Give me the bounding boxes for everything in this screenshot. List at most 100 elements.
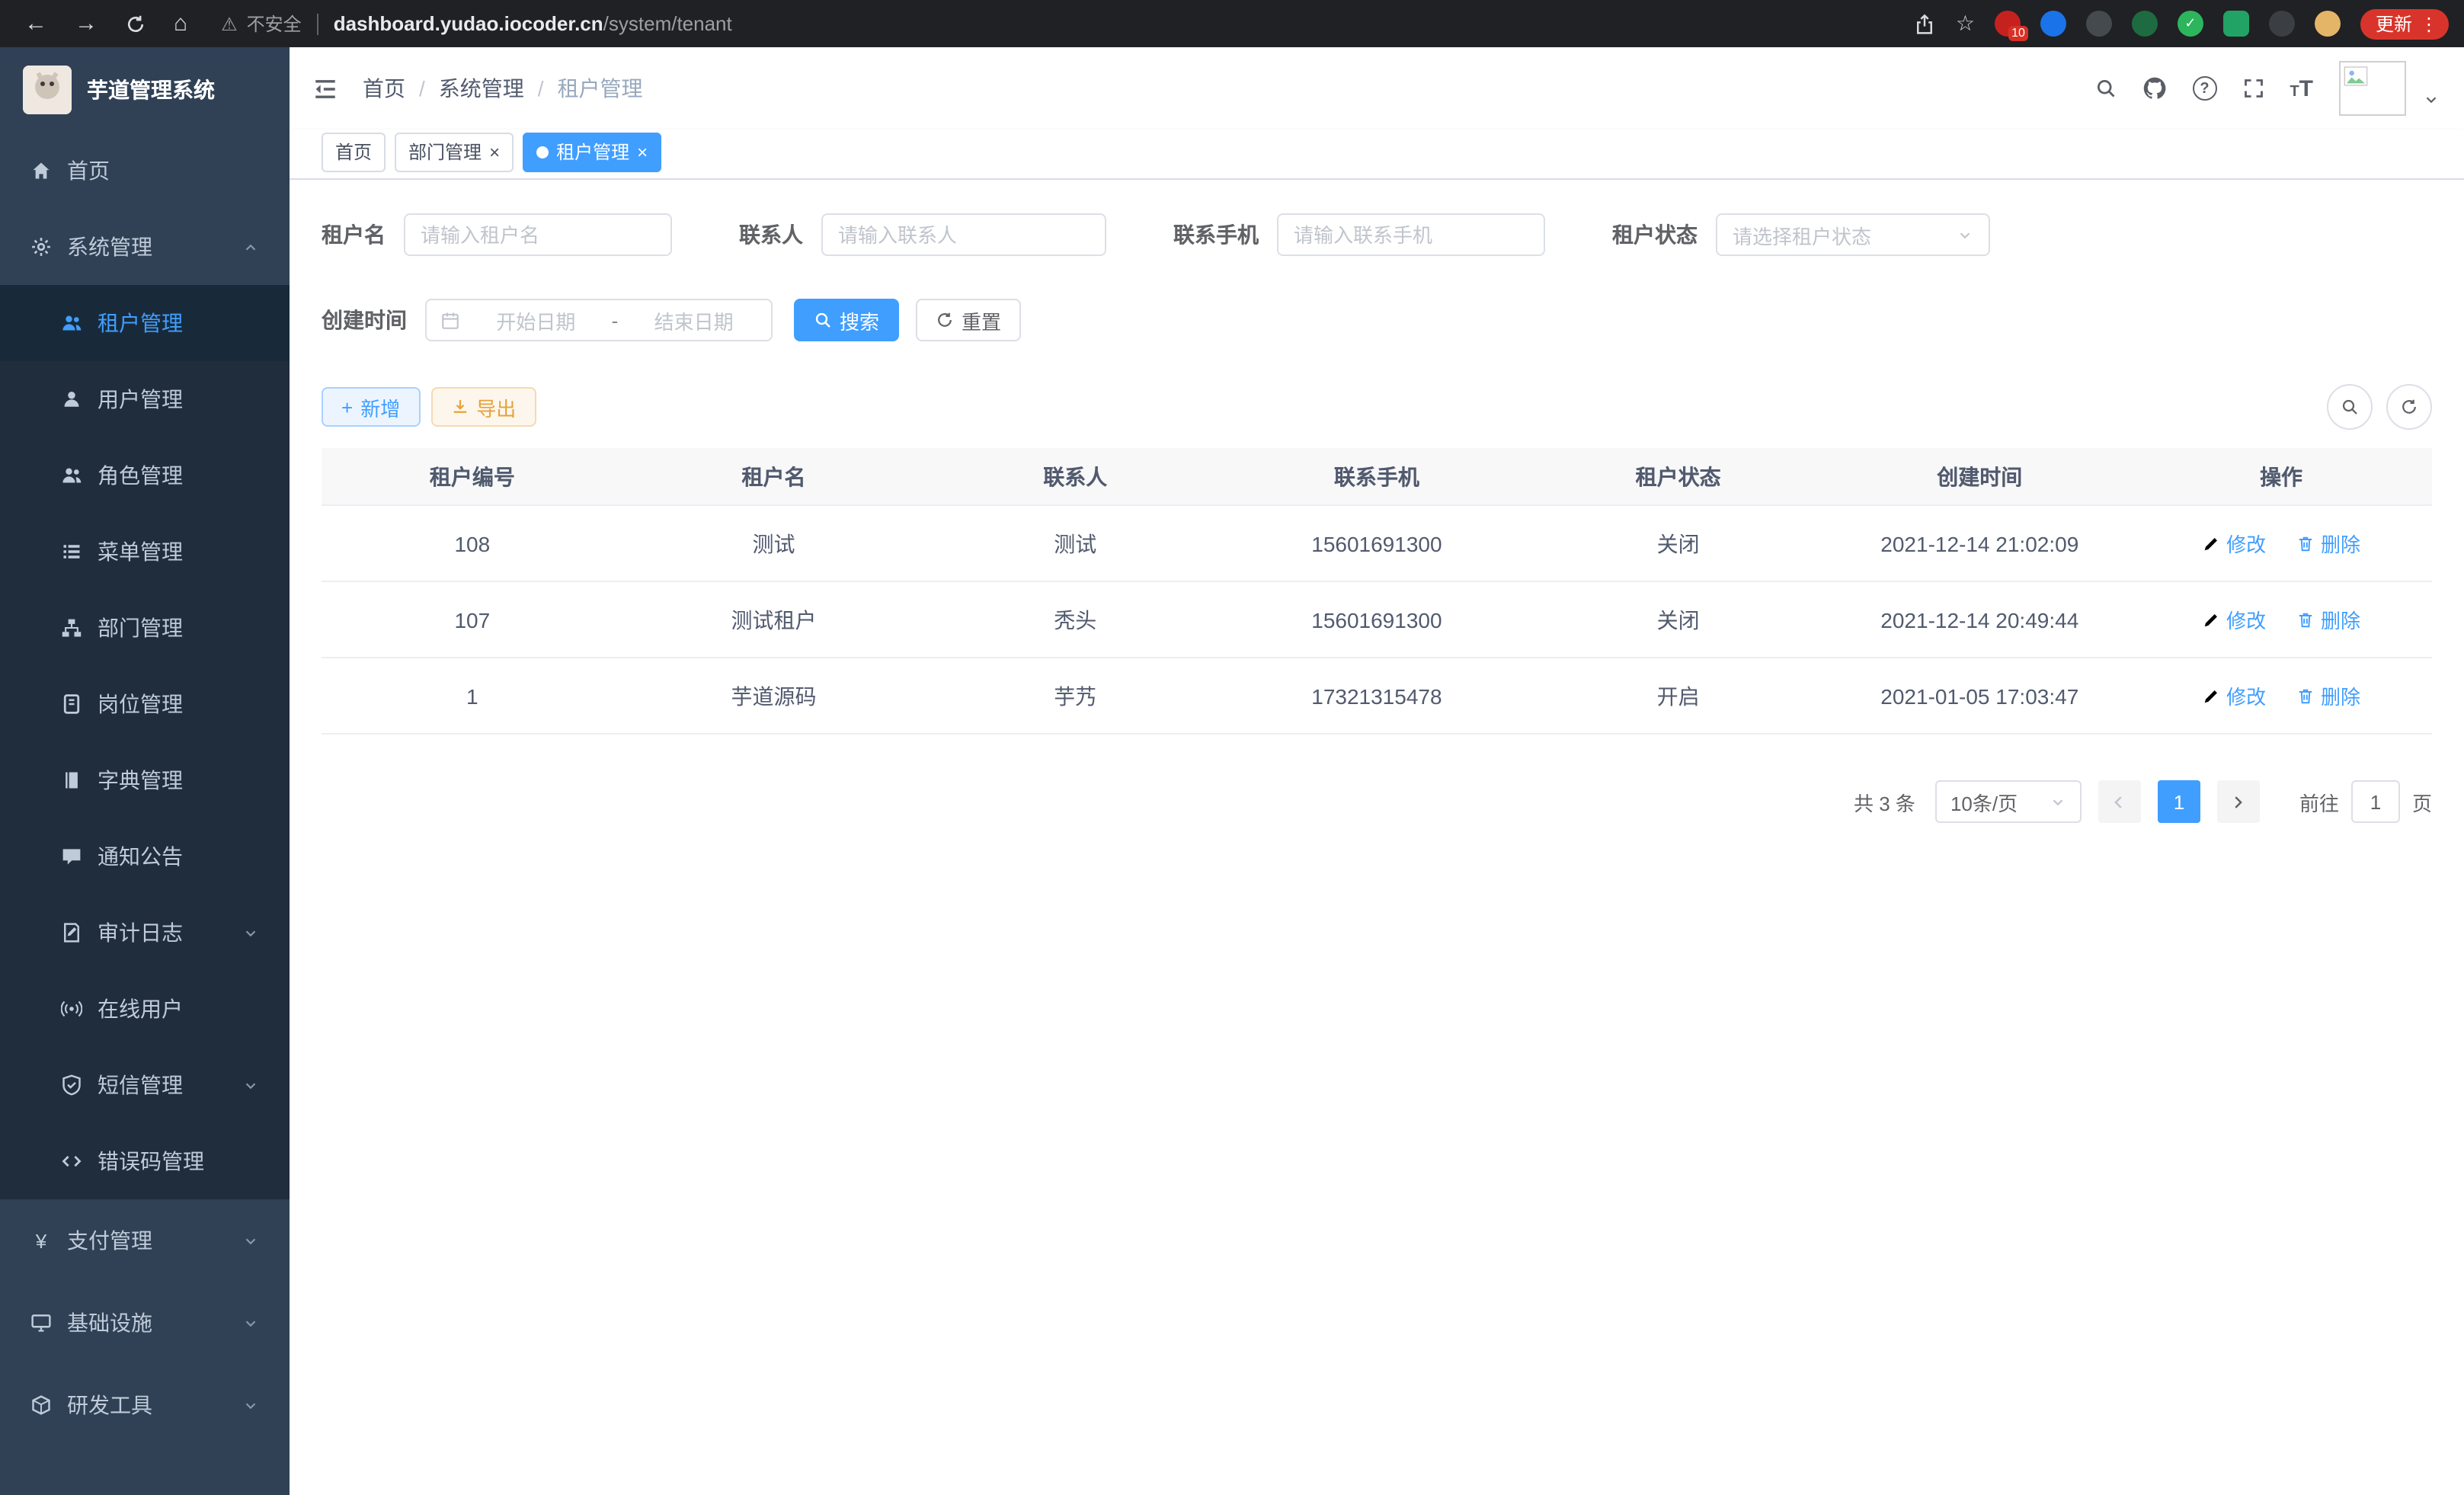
sidebar-item-audit[interactable]: 审计日志: [0, 895, 290, 971]
extension-badge: 10: [2008, 26, 2028, 41]
goto-page-input[interactable]: [2351, 780, 2400, 823]
page-size-select[interactable]: 10条/页: [1935, 780, 2082, 823]
extension-icon-1[interactable]: 10: [1995, 11, 2021, 37]
sidebar-group-devtools[interactable]: 研发工具: [0, 1364, 290, 1446]
sidebar-group-infra[interactable]: 基础设施: [0, 1282, 290, 1364]
cell-operations: 修改 删除: [2130, 505, 2432, 581]
add-button[interactable]: + 新增: [322, 387, 420, 427]
delete-link[interactable]: 删除: [2296, 681, 2360, 710]
sidebar-item-errorcode[interactable]: 错误码管理: [0, 1123, 290, 1199]
sidebar-item-sms[interactable]: 短信管理: [0, 1047, 290, 1123]
avatar[interactable]: [2339, 61, 2406, 116]
browser-actions: ☆ 10 ✓ 更新 ⋮: [1915, 8, 2449, 39]
topbar-actions: ? TT: [2094, 61, 2440, 116]
start-date-placeholder: 开始日期: [472, 306, 600, 335]
close-icon[interactable]: ×: [637, 142, 648, 161]
extension-icon-3[interactable]: [2086, 11, 2112, 37]
sidebar-item-home[interactable]: 首页: [0, 133, 290, 209]
pencil-icon: [2202, 610, 2220, 629]
extension-icon-4[interactable]: [2132, 11, 2158, 37]
roles-icon: [61, 465, 82, 486]
breadcrumb-separator: /: [419, 76, 425, 101]
reload-icon[interactable]: [125, 13, 146, 34]
prev-page-button[interactable]: [2098, 780, 2141, 823]
sidebar-item-role[interactable]: 角色管理: [0, 437, 290, 514]
cell-phone: 15601691300: [1226, 581, 1528, 658]
github-icon[interactable]: [2142, 76, 2166, 101]
close-icon[interactable]: ×: [489, 142, 500, 161]
forward-icon[interactable]: →: [75, 11, 98, 37]
delete-link[interactable]: 删除: [2296, 605, 2360, 634]
cell-phone: 17321315478: [1226, 658, 1528, 734]
extension-icon-7[interactable]: [2269, 11, 2295, 37]
toggle-search-button[interactable]: [2327, 384, 2373, 430]
logo-link[interactable]: 芋道管理系统: [0, 47, 290, 133]
cell-id: 107: [322, 581, 623, 658]
tab-home[interactable]: 首页: [322, 132, 386, 171]
home-icon[interactable]: ⌂: [174, 11, 187, 37]
tenant-name-input[interactable]: [404, 213, 672, 256]
fullscreen-icon[interactable]: [2242, 78, 2264, 99]
breadcrumb-system[interactable]: 系统管理: [439, 73, 524, 104]
sidebar-item-notice[interactable]: 通知公告: [0, 818, 290, 895]
extension-icon-5[interactable]: ✓: [2178, 11, 2203, 37]
browser-menu-dots-icon[interactable]: ⋮: [2420, 13, 2438, 34]
tab-dept[interactable]: 部门管理 ×: [395, 132, 514, 171]
extension-icon-8[interactable]: [2315, 11, 2341, 37]
phone-input[interactable]: [1277, 213, 1545, 256]
select-placeholder: 请选择租户状态: [1733, 220, 1871, 249]
edit-link[interactable]: 修改: [2202, 681, 2266, 710]
sidebar-item-user[interactable]: 用户管理: [0, 361, 290, 437]
header-search-icon[interactable]: [2094, 78, 2116, 99]
sidebar-item-menu[interactable]: 菜单管理: [0, 514, 290, 590]
reset-button[interactable]: 重置: [916, 299, 1021, 341]
extension-icon-6[interactable]: [2223, 11, 2249, 37]
chevron-down-icon: [2050, 793, 2066, 810]
page-size-value: 10条/页: [1950, 787, 2018, 816]
sidebar-item-online[interactable]: 在线用户: [0, 971, 290, 1047]
date-range-picker[interactable]: 开始日期 - 结束日期: [425, 299, 773, 341]
filter-row-2: 创建时间 开始日期 - 结束日期 搜索 重置: [322, 299, 2432, 341]
plus-icon: +: [341, 395, 353, 418]
edit-link[interactable]: 修改: [2202, 605, 2266, 634]
col-header: 联系手机: [1226, 448, 1528, 505]
sidebar-item-dict[interactable]: 字典管理: [0, 742, 290, 818]
sidebar-fold-icon[interactable]: [312, 75, 338, 101]
extension-icon-2[interactable]: [2040, 11, 2066, 37]
link-label: 修改: [2226, 529, 2266, 558]
bookmark-star-icon[interactable]: ☆: [1956, 11, 1975, 37]
share-icon[interactable]: [1915, 13, 1936, 34]
sidebar-item-label: 部门管理: [98, 613, 183, 643]
edit-link[interactable]: 修改: [2202, 529, 2266, 558]
delete-link[interactable]: 删除: [2296, 529, 2360, 558]
home-icon: [30, 160, 52, 181]
export-button[interactable]: 导出: [430, 387, 536, 427]
page-number-button[interactable]: 1: [2158, 780, 2200, 823]
sidebar-item-tenant[interactable]: 租户管理: [0, 285, 290, 361]
address-bar[interactable]: dashboard.yudao.iocoder.cn/system/tenant: [334, 12, 732, 35]
user-icon: [61, 389, 82, 410]
font-size-icon[interactable]: TT: [2290, 77, 2313, 100]
sidebar-item-label: 字典管理: [98, 765, 183, 796]
tab-tenant[interactable]: 租户管理 ×: [523, 132, 661, 171]
security-indicator[interactable]: ⚠ 不安全: [221, 11, 302, 37]
breadcrumb-home[interactable]: 首页: [363, 73, 405, 104]
back-icon[interactable]: ←: [24, 11, 47, 37]
refresh-table-button[interactable]: [2386, 384, 2432, 430]
contact-input[interactable]: [821, 213, 1106, 256]
sidebar-group-payment[interactable]: ¥ 支付管理: [0, 1199, 290, 1282]
sidebar-item-dept[interactable]: 部门管理: [0, 590, 290, 666]
sidebar-group-system[interactable]: 系统管理: [0, 209, 290, 285]
search-button[interactable]: 搜索: [794, 299, 899, 341]
status-select[interactable]: 请选择租户状态: [1716, 213, 1990, 256]
list-icon: [61, 541, 82, 562]
sidebar-item-post[interactable]: 岗位管理: [0, 666, 290, 742]
cell-status: 开启: [1528, 658, 1829, 734]
help-icon[interactable]: ?: [2192, 76, 2216, 101]
avatar-caret-icon[interactable]: [2423, 91, 2440, 107]
sidebar-item-label: 错误码管理: [98, 1146, 204, 1176]
next-page-button[interactable]: [2217, 780, 2260, 823]
cell-contact: 测试: [924, 505, 1226, 581]
browser-update-button[interactable]: 更新 ⋮: [2360, 8, 2449, 39]
chevron-down-icon: [242, 1314, 259, 1331]
